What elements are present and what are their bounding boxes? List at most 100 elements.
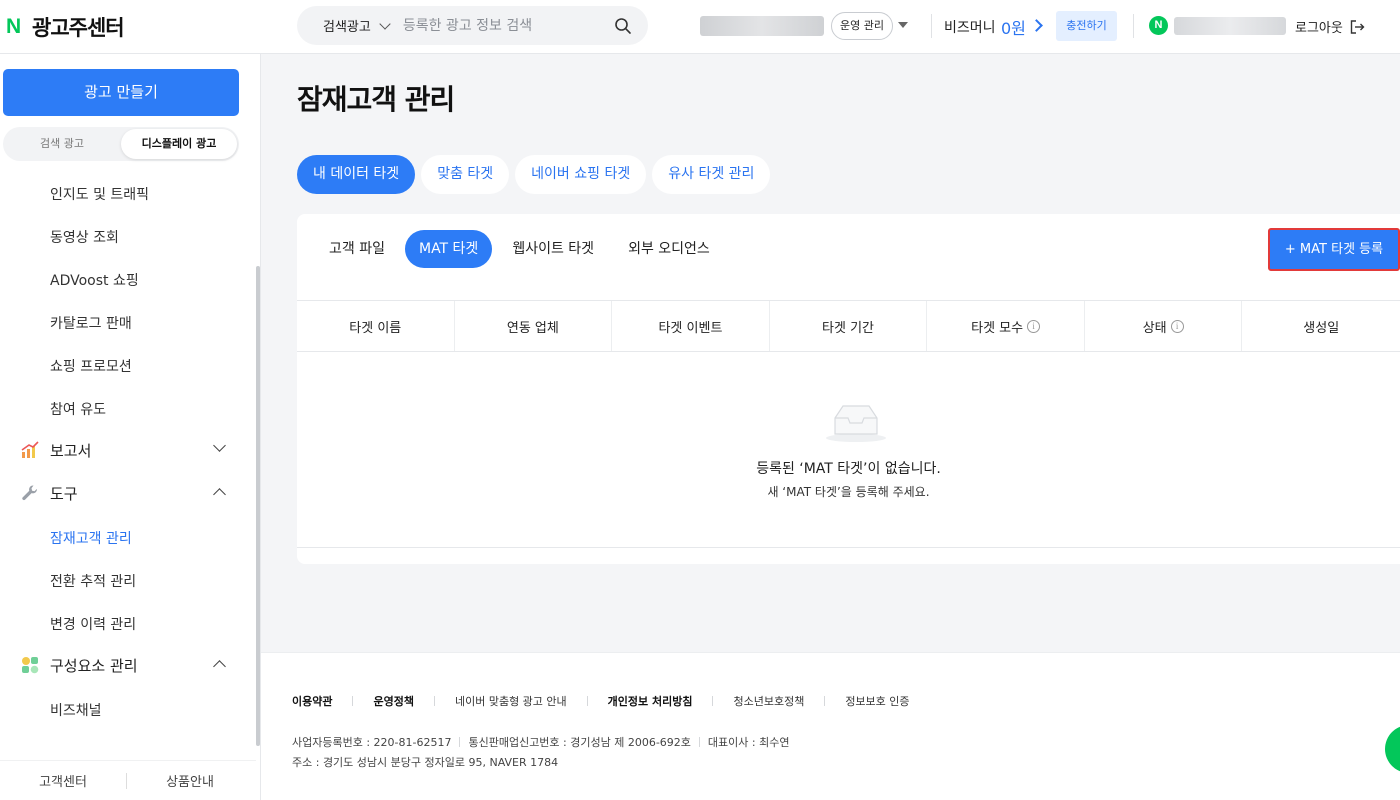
column-header-created[interactable]: 생성일 [1242, 301, 1400, 351]
footer-divider [698, 737, 700, 747]
footer-link-policy[interactable]: 운영정책 [373, 693, 413, 709]
logo-text: 광고주센터 [32, 16, 125, 40]
tab-my-data-target[interactable]: 내 데이터 타겟 [297, 155, 416, 194]
sidebar-item-awareness[interactable]: 인지도 및 트래픽 [50, 184, 149, 204]
search-type-dropdown[interactable]: 검색광고 [323, 16, 391, 35]
chevron-up-icon [213, 660, 226, 673]
chevron-down-icon [379, 17, 391, 30]
footer-links: 이용약관 운영정책 네이버 맞춤형 광고 안내 개인정보 처리방침 청소년보호정… [292, 693, 910, 709]
panel-divider [297, 547, 1400, 548]
ad-type-toggle: 검색 광고 디스플레이 광고 [3, 127, 239, 161]
footer-divider [824, 696, 826, 706]
main-tabs: 내 데이터 타겟 맞춤 타겟 네이버 쇼핑 타겟 유사 타겟 관리 [297, 155, 771, 194]
tab-custom-target[interactable]: 맞춤 타겟 [421, 155, 510, 194]
caret-down-icon[interactable] [898, 22, 908, 28]
sidebar-group-tools-label: 도구 [50, 484, 78, 503]
business-reg-number: 사업자등록번호 : 220-81-62517 [292, 736, 452, 749]
bizmoney-amount[interactable]: 0원 [1001, 15, 1026, 39]
footer-link-custom-ad[interactable]: 네이버 맞춤형 광고 안내 [455, 693, 567, 709]
footer-divider [712, 696, 714, 706]
sub-tabs: 고객 파일 MAT 타겟 웹사이트 타겟 외부 오디언스 [315, 230, 724, 268]
sidebar-item-video-views[interactable]: 동영상 조회 [50, 227, 119, 247]
info-icon[interactable]: i [1027, 319, 1041, 333]
components-icon [22, 657, 39, 674]
mail-order-number: 통신판매업신고번호 : 경기성남 제 2006-692호 [468, 736, 691, 749]
page-footer: 이용약관 운영정책 네이버 맞춤형 광고 안내 개인정보 처리방침 청소년보호정… [261, 652, 1400, 800]
column-header-target-name[interactable]: 타겟 이름 [297, 301, 455, 351]
footer-link-terms[interactable]: 이용약관 [292, 693, 332, 709]
footer-link-youth[interactable]: 청소년보호정책 [733, 693, 804, 709]
chevron-up-icon [213, 488, 226, 501]
footer-link-privacy[interactable]: 개인정보 처리방침 [608, 693, 693, 709]
company-address: 주소 : 경기도 성남시 분당구 정자일로 95, NAVER 1784 [292, 756, 559, 769]
header-divider [931, 14, 932, 38]
sidebar-item-change-history[interactable]: 변경 이력 관리 [50, 614, 136, 634]
column-header-status[interactable]: 상태 i [1085, 301, 1243, 351]
charge-button[interactable]: 충전하기 [1056, 11, 1117, 41]
sidebar-footer: 고객센터 상품안내 [0, 760, 256, 800]
top-header: N 광고주센터 검색광고 운영 관리 비즈머니 0원 충전하기 N 로그아웃 [0, 0, 1400, 54]
tab-similar-target[interactable]: 유사 타겟 관리 [652, 155, 771, 194]
naver-account-icon: N [1149, 16, 1168, 35]
toggle-search-ad[interactable]: 검색 광고 [5, 129, 119, 159]
logo[interactable]: N 광고주센터 [6, 12, 125, 42]
report-chart-icon [21, 441, 39, 458]
logout-button[interactable]: 로그아웃 [1295, 17, 1365, 36]
table-header: 타겟 이름 연동 업체 타겟 이벤트 타겟 기간 타겟 모수 i 상태 i 생성… [297, 300, 1400, 352]
create-ad-button[interactable]: 광고 만들기 [3, 69, 239, 116]
account-name-blurred [700, 16, 824, 36]
footer-divider [459, 737, 461, 747]
company-info: 사업자등록번호 : 220-81-62517 통신판매업신고번호 : 경기성남 … [292, 734, 789, 750]
footer-divider [352, 696, 354, 706]
header-divider [1133, 14, 1134, 38]
info-icon[interactable]: i [1170, 319, 1184, 333]
column-header-target-period[interactable]: 타겟 기간 [770, 301, 928, 351]
sidebar-item-engagement[interactable]: 참여 유도 [50, 399, 106, 419]
add-mat-target-button[interactable]: + MAT 타겟 등록 [1268, 228, 1400, 271]
subtab-external-audience[interactable]: 외부 오디언스 [614, 230, 724, 268]
search-icon[interactable] [614, 17, 632, 35]
column-header-partner[interactable]: 연동 업체 [455, 301, 613, 351]
product-info-link[interactable]: 상품안내 [127, 771, 253, 790]
sidebar-item-catalog[interactable]: 카탈로그 판매 [50, 313, 132, 333]
search-type-label: 검색광고 [323, 20, 371, 35]
sidebar-group-components[interactable]: 구성요소 관리 [20, 654, 230, 676]
sidebar-item-bizchannel[interactable]: 비즈채널 [50, 700, 102, 720]
chevron-down-icon [213, 439, 226, 452]
sidebar-item-shopping-promo[interactable]: 쇼핑 프로모션 [50, 356, 132, 376]
wrench-icon [22, 485, 37, 501]
tab-naver-shopping-target[interactable]: 네이버 쇼핑 타겟 [515, 155, 647, 194]
logout-icon [1350, 19, 1365, 34]
sidebar-group-report-label: 보고서 [50, 441, 92, 460]
sidebar-scrollbar[interactable] [256, 266, 260, 746]
sidebar: 광고 만들기 검색 광고 디스플레이 광고 인지도 및 트래픽 동영상 조회 A… [0, 54, 261, 800]
toggle-display-ad[interactable]: 디스플레이 광고 [121, 129, 237, 159]
sidebar-group-report[interactable]: 보고서 [20, 439, 230, 461]
footer-divider [586, 696, 588, 706]
empty-state-title: 등록된 ‘MAT 타겟’이 없습니다. [756, 461, 941, 477]
subtab-customer-file[interactable]: 고객 파일 [315, 230, 399, 268]
customer-center-link[interactable]: 고객센터 [0, 771, 126, 790]
page-title: 잠재고객 관리 [297, 83, 455, 116]
target-panel: 고객 파일 MAT 타겟 웹사이트 타겟 외부 오디언스 + MAT 타겟 등록… [297, 214, 1400, 564]
chevron-right-icon[interactable] [1030, 19, 1043, 32]
sidebar-item-advoost[interactable]: ADVoost 쇼핑 [50, 270, 139, 290]
sidebar-item-conversion-tracking[interactable]: 전환 추적 관리 [50, 571, 136, 591]
bizmoney-label: 비즈머니 [944, 20, 996, 36]
column-header-target-event[interactable]: 타겟 이벤트 [612, 301, 770, 351]
naver-logo-mark: N [6, 15, 22, 38]
footer-divider [433, 696, 435, 706]
empty-state-subtitle: 새 ‘MAT 타겟’을 등록해 주세요. [767, 485, 930, 499]
logout-label: 로그아웃 [1295, 21, 1343, 36]
ops-manage-button[interactable]: 운영 관리 [831, 12, 893, 40]
sidebar-group-tools[interactable]: 도구 [20, 482, 230, 504]
column-header-target-size[interactable]: 타겟 모수 i [927, 301, 1085, 351]
search-input[interactable] [402, 17, 603, 34]
sidebar-item-audience-manage[interactable]: 잠재고객 관리 [50, 528, 132, 548]
search-box: 검색광고 [297, 6, 648, 45]
subtab-mat-target[interactable]: MAT 타겟 [404, 230, 493, 268]
empty-inbox-icon [826, 405, 886, 442]
footer-link-security-cert[interactable]: 정보보호 인증 [845, 693, 909, 709]
subtab-website-target[interactable]: 웹사이트 타겟 [498, 230, 608, 268]
ceo-name: 대표이사 : 최수연 [707, 736, 790, 749]
